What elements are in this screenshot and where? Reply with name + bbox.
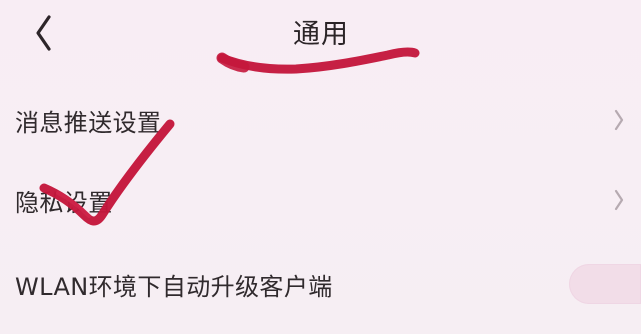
settings-row-label: 消息推送设置 [15, 108, 162, 137]
settings-row-wlan-auto-upgrade: WLAN环境下自动升级客户端 [0, 252, 641, 316]
settings-row-message-push[interactable]: 消息推送设置 [0, 88, 641, 152]
back-button[interactable] [26, 12, 60, 56]
settings-row-label: 隐私设置 [15, 188, 113, 217]
chevron-left-icon [31, 13, 55, 56]
chevron-right-icon [613, 108, 625, 132]
settings-screen: 通用 消息推送设置 隐私设置 WLAN环境下自动升级客户端 [0, 0, 641, 334]
settings-row-label: WLAN环境下自动升级客户端 [15, 272, 333, 301]
wlan-auto-upgrade-toggle[interactable] [569, 264, 641, 304]
page-title: 通用 [293, 19, 349, 50]
chevron-right-icon [613, 188, 625, 212]
settings-row-privacy[interactable]: 隐私设置 [0, 168, 641, 232]
top-navigation-bar: 通用 [0, 0, 641, 82]
